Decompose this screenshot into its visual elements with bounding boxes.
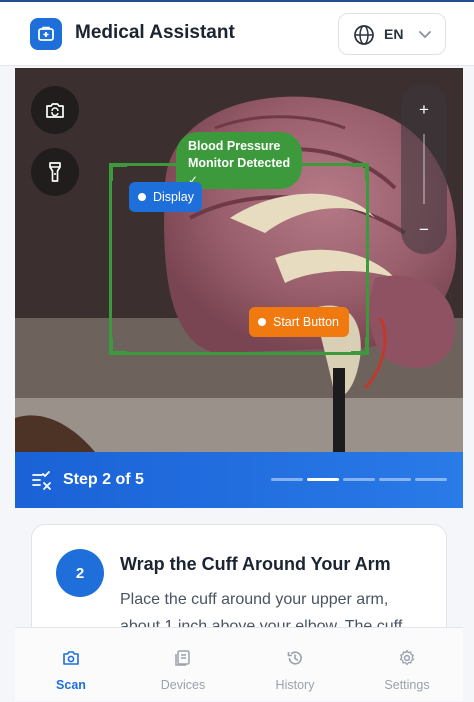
zoom-track[interactable] [423, 134, 425, 204]
detection-label-text: Blood Pressure Monitor Detected [188, 139, 291, 170]
check-icon: ✓ [188, 173, 199, 187]
gear-icon [398, 649, 416, 672]
progress-segment [379, 478, 411, 481]
zoom-control[interactable]: + − [401, 84, 447, 254]
nav-label: Devices [160, 678, 206, 692]
frame-corner [351, 163, 369, 181]
nav-label: Settings [384, 678, 430, 692]
progress-segment [271, 478, 303, 481]
frame-corner [109, 163, 127, 181]
flashlight-button[interactable] [31, 148, 79, 196]
marker-dot-icon [258, 318, 266, 326]
step-counter: Step 2 of 5 [63, 471, 144, 488]
detection-label: Blood Pressure Monitor Detected ✓ [176, 132, 302, 189]
marker-dot-icon [138, 193, 146, 201]
frame-corner [109, 337, 127, 355]
progress-segment-active [307, 478, 339, 481]
language-code: EN [384, 26, 404, 42]
progress-segment [343, 478, 375, 481]
camera-icon [62, 649, 80, 672]
nav-item-history[interactable]: History [239, 628, 351, 702]
display-marker-label: Display [153, 190, 194, 204]
nav-item-settings[interactable]: Settings [351, 628, 463, 702]
chevron-down-icon [417, 26, 433, 47]
bottom-navigation: Scan Devices History Settings [15, 627, 463, 701]
frame-corner [351, 337, 369, 355]
zoom-out-button[interactable]: − [401, 220, 447, 240]
step-number-badge: 2 [56, 549, 104, 597]
devices-icon [174, 649, 192, 672]
start-button-marker-label: Start Button [273, 315, 340, 329]
app-header: Medical Assistant EN [0, 2, 474, 66]
nav-label: Scan [56, 678, 86, 692]
globe-icon [353, 24, 375, 51]
camera-viewfinder[interactable]: + − Blood Pressure Monitor Detected ✓ Di… [15, 68, 463, 452]
switch-camera-icon [46, 103, 64, 118]
start-button-marker[interactable]: Start Button [249, 307, 349, 337]
display-marker[interactable]: Display [129, 182, 202, 212]
instruction-title: Wrap the Cuff Around Your Arm [120, 554, 391, 574]
nav-item-scan[interactable]: Scan [15, 628, 127, 702]
step-progress-bar: Step 2 of 5 [15, 452, 463, 508]
medical-kit-icon [30, 18, 62, 50]
flashlight-icon [49, 162, 61, 182]
checklist-icon [31, 469, 53, 496]
nav-label: History [275, 678, 315, 692]
switch-camera-button[interactable] [31, 86, 79, 134]
nav-item-devices[interactable]: Devices [127, 628, 239, 702]
progress-segment [415, 478, 447, 481]
app-title: Medical Assistant [75, 22, 235, 43]
history-icon [286, 649, 304, 672]
language-selector[interactable]: EN [338, 13, 446, 55]
zoom-in-button[interactable]: + [401, 100, 447, 120]
